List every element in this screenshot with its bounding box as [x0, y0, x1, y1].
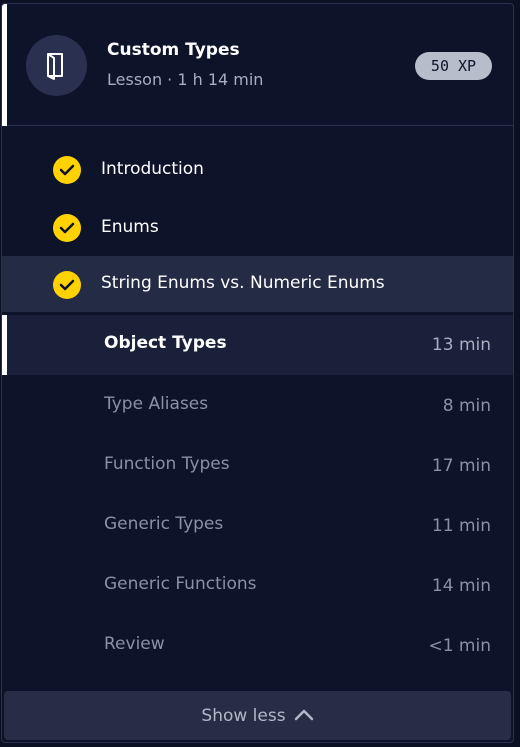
section-enums[interactable]: Enums — [2, 200, 513, 256]
subsection-function-types[interactable]: Function Types 17 min — [2, 435, 513, 495]
section-label: String Enums vs. Numeric Enums — [101, 273, 385, 293]
chevron-up-icon — [294, 706, 314, 725]
section-label: Enums — [101, 217, 159, 237]
lesson-meta: Lesson · 1 h 14 min — [107, 70, 264, 89]
active-indicator — [2, 315, 7, 375]
section-label: Introduction — [101, 159, 204, 179]
subsection-duration: <1 min — [428, 636, 491, 656]
subsection-label: Type Aliases — [104, 394, 209, 414]
check-circle-icon — [53, 156, 81, 184]
subsection-label: Generic Functions — [104, 574, 257, 594]
section-string-enums[interactable]: String Enums vs. Numeric Enums — [2, 256, 513, 312]
book-icon — [26, 35, 87, 96]
lesson-title: Custom Types — [107, 40, 240, 60]
subsection-object-types[interactable]: Object Types 13 min — [2, 315, 513, 375]
check-circle-icon — [53, 214, 81, 242]
show-less-button[interactable]: Show less — [4, 691, 511, 740]
subsection-generic-types[interactable]: Generic Types 11 min — [2, 495, 513, 555]
subsection-label: Generic Types — [104, 514, 224, 534]
subsection-label: Review — [104, 634, 165, 654]
lesson-header[interactable]: Custom Types Lesson · 1 h 14 min 50 XP — [2, 4, 513, 126]
subsection-label: Object Types — [104, 333, 227, 353]
show-less-label: Show less — [201, 705, 286, 726]
header-accent-bar — [2, 4, 7, 126]
check-circle-icon — [53, 271, 81, 299]
subsection-label: Function Types — [104, 454, 230, 474]
subsection-duration: 8 min — [442, 396, 491, 416]
lesson-card: Custom Types Lesson · 1 h 14 min 50 XP I… — [1, 3, 514, 743]
subsection-generic-functions[interactable]: Generic Functions 14 min — [2, 555, 513, 615]
section-introduction[interactable]: Introduction — [2, 142, 513, 198]
subsection-duration: 17 min — [431, 456, 491, 476]
xp-badge: 50 XP — [415, 52, 492, 80]
subsection-review[interactable]: Review <1 min — [2, 615, 513, 675]
subsection-duration: 13 min — [431, 335, 491, 355]
subsection-type-aliases[interactable]: Type Aliases 8 min — [2, 375, 513, 435]
subsection-duration: 14 min — [431, 576, 491, 596]
subsection-duration: 11 min — [431, 516, 491, 536]
